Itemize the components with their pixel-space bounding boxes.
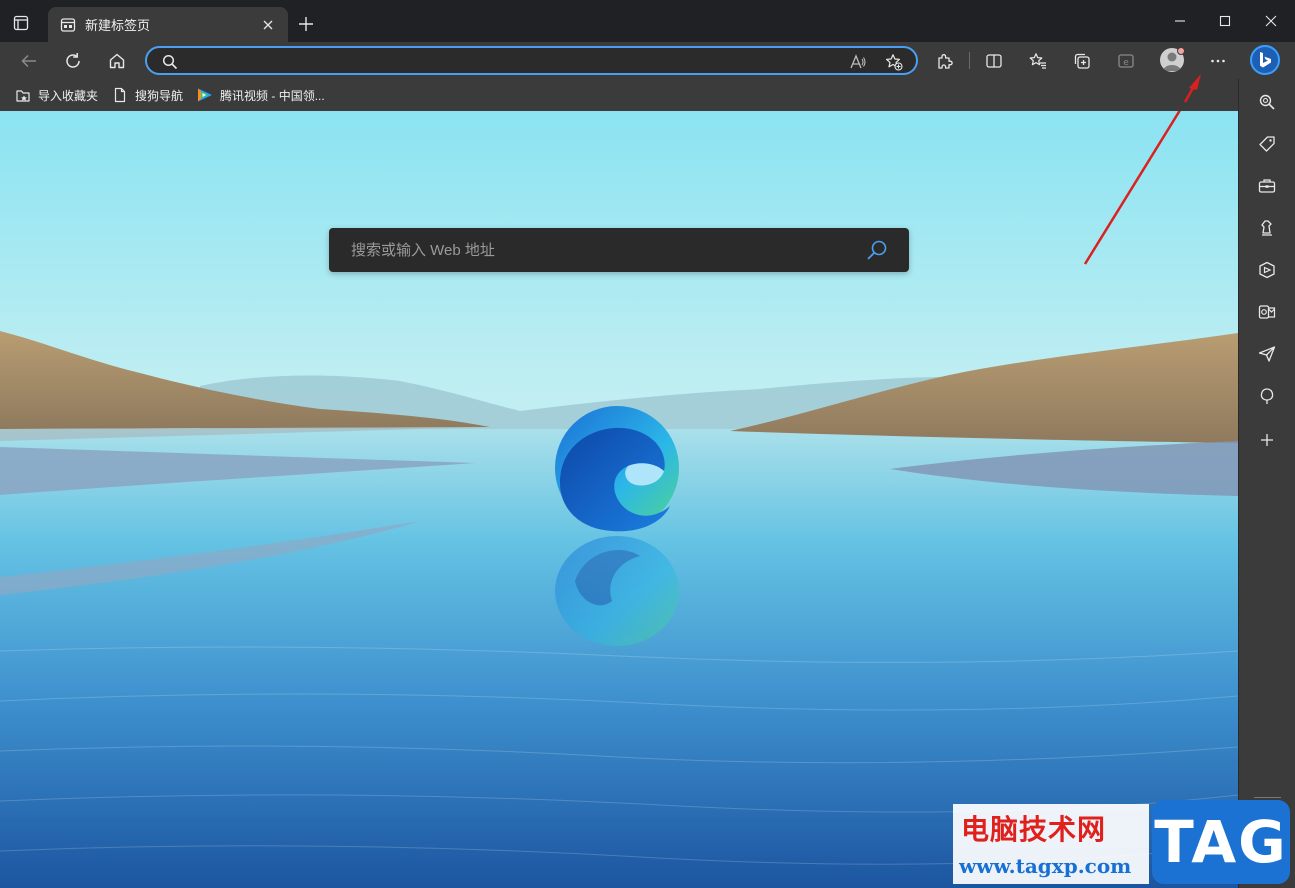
ntp-search-box[interactable]	[329, 228, 909, 272]
back-button[interactable]	[16, 48, 42, 74]
toolbar-divider	[969, 52, 970, 69]
tencent-video-icon	[196, 86, 214, 104]
bing-icon	[1260, 52, 1271, 68]
maximize-button[interactable]	[1213, 10, 1237, 32]
close-tab-icon[interactable]	[260, 17, 276, 33]
new-tab-button[interactable]	[296, 14, 316, 34]
ie-mode-icon: e	[1118, 54, 1134, 68]
search-icon	[161, 53, 179, 71]
sidebar-search-button[interactable]	[1256, 91, 1278, 113]
collections-icon	[1074, 53, 1090, 69]
toolbar: e	[0, 42, 1295, 79]
new-tab-page-icon	[60, 17, 76, 33]
favorite-item-tencent-video[interactable]: 腾讯视频 - 中国领...	[196, 86, 325, 104]
settings-and-more-button[interactable]	[1205, 48, 1231, 74]
page-icon	[111, 86, 129, 104]
split-screen-icon	[986, 54, 1002, 68]
bing-chat-button[interactable]	[1250, 45, 1280, 75]
profile-notification-dot	[1177, 47, 1185, 55]
favorites-icon	[1029, 53, 1046, 69]
office-icon	[1259, 261, 1275, 279]
address-input[interactable]	[189, 51, 829, 71]
collections-button[interactable]	[1069, 48, 1095, 74]
tab-actions-icon	[13, 15, 29, 31]
home-icon	[109, 53, 125, 69]
sidebar-outlook-button[interactable]	[1256, 301, 1278, 323]
puzzle-icon	[938, 54, 953, 69]
add-favorite-icon[interactable]	[885, 53, 903, 71]
sidebar-e-tree-button[interactable]	[1256, 385, 1278, 407]
extensions-button[interactable]	[932, 48, 958, 74]
import-favorites-icon	[14, 86, 32, 104]
watermark-banner: 电脑技术网 www.tagxp.com	[953, 804, 1149, 884]
svg-text:e: e	[1123, 58, 1129, 68]
address-bar[interactable]	[145, 46, 918, 75]
watermark-logo: TAG	[1152, 800, 1290, 884]
tab-actions-button[interactable]	[10, 12, 32, 34]
active-tab[interactable]: 新建标签页	[48, 7, 288, 42]
favorite-item-sogou[interactable]: 搜狗导航	[111, 86, 183, 104]
ie-mode-button[interactable]: e	[1113, 48, 1139, 74]
plus-icon	[299, 17, 313, 31]
minimize-icon	[1175, 20, 1185, 22]
sidebar-drop-button[interactable]	[1256, 343, 1278, 365]
toolbox-icon	[1258, 179, 1276, 193]
add-icon	[1261, 434, 1273, 446]
refresh-icon	[66, 53, 80, 68]
sidebar-divider	[1254, 797, 1281, 798]
tag-icon	[1259, 136, 1275, 152]
favorite-item-import[interactable]: 导入收藏夹	[14, 86, 98, 104]
send-icon	[1258, 346, 1276, 362]
chess-icon	[1261, 220, 1272, 236]
minimize-button[interactable]	[1168, 10, 1192, 32]
favorite-label: 腾讯视频 - 中国领...	[220, 88, 325, 103]
favorite-label: 导入收藏夹	[38, 88, 99, 103]
sidebar	[1238, 79, 1295, 888]
favorites-button[interactable]	[1025, 48, 1051, 74]
sidebar-shopping-button[interactable]	[1256, 133, 1278, 155]
tab-strip: 新建标签页	[0, 0, 1295, 42]
favorites-bar: 导入收藏夹 搜狗导航 腾讯视频 - 中国领...	[0, 79, 1238, 111]
close-window-button[interactable]	[1259, 10, 1283, 32]
search-icon	[1259, 94, 1275, 110]
outlook-icon	[1258, 305, 1276, 319]
sidebar-tools-button[interactable]	[1256, 175, 1278, 197]
annotation-arrow-head	[1183, 74, 1201, 103]
back-arrow-icon	[21, 54, 36, 68]
home-button[interactable]	[104, 48, 130, 74]
ntp-search-input[interactable]	[351, 240, 831, 260]
more-icon	[1211, 59, 1225, 63]
sidebar-add-button[interactable]	[1256, 429, 1278, 451]
tab-title: 新建标签页	[85, 18, 151, 33]
new-tab-page	[0, 111, 1238, 888]
edge-logo	[555, 406, 679, 532]
sidebar-games-button[interactable]	[1256, 217, 1278, 239]
favorite-label: 搜狗导航	[135, 88, 184, 103]
split-screen-button[interactable]	[981, 48, 1007, 74]
watermark-site-name: 电脑技术网	[961, 813, 1107, 846]
close-icon	[1265, 15, 1277, 27]
maximize-icon	[1219, 15, 1231, 27]
sidebar-office-button[interactable]	[1256, 259, 1278, 281]
search-icon[interactable]	[865, 238, 889, 262]
watermark-url: www.tagxp.com	[959, 854, 1132, 878]
refresh-button[interactable]	[60, 48, 86, 74]
tree-icon	[1260, 388, 1274, 404]
read-aloud-icon[interactable]	[849, 53, 867, 71]
